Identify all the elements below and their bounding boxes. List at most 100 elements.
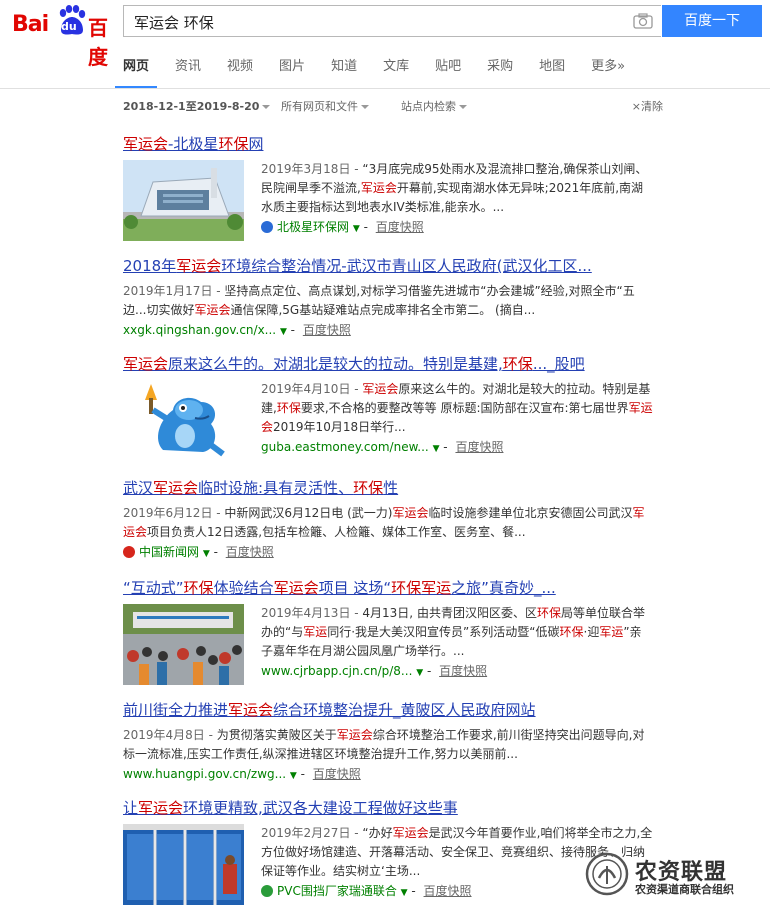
tab-5[interactable]: 文库 — [383, 52, 409, 88]
dropdown-arrow-icon[interactable]: ▼ — [353, 224, 360, 234]
result-meta: 中国新闻网 ▼ - 百度快照 — [123, 543, 653, 564]
keyword-highlight: 军运会 — [261, 401, 653, 434]
site-favicon-icon — [261, 221, 273, 233]
result-date: 2019年1月17日 - — [123, 284, 225, 298]
result-title-link[interactable]: 军运会-北极星环保网 — [123, 134, 653, 154]
keyword-highlight: 环保 — [502, 355, 533, 373]
result-thumbnail[interactable] — [123, 604, 244, 685]
result-title-link[interactable]: 2018年军运会环境综合整治情况-武汉市青山区人民政府(武汉化工区... — [123, 256, 653, 276]
keyword-highlight: 军运会 — [392, 826, 429, 840]
tab-2[interactable]: 视频 — [227, 52, 253, 88]
keyword-highlight: 环保 — [276, 401, 301, 415]
nav-divider — [0, 88, 770, 89]
header: Bai du 百度 百度一下 — [0, 0, 770, 69]
keyword-highlight: 军运会 — [360, 181, 397, 195]
search-button[interactable]: 百度一下 — [662, 5, 762, 37]
search-input[interactable] — [132, 11, 626, 33]
logo-bai: Bai — [12, 12, 49, 37]
tab-1[interactable]: 资讯 — [175, 52, 201, 88]
watermark-seal-icon — [585, 852, 629, 896]
result-date: 2019年4月13日 - — [261, 606, 363, 620]
result-thumbnail[interactable] — [123, 824, 244, 905]
search-result: “互动式”环保体验结合军运会项目 这场“环保军运之旅”真奇妙_... 2019年4… — [123, 578, 653, 685]
result-title-link[interactable]: 让军运会环境更精致,武汉各大建设工程做好这些事 — [123, 798, 653, 818]
nav-tabs: 网页 资讯 视频 图片 知道 文库 贴吧 采购 地图 更多» — [114, 52, 651, 88]
snapshot-link[interactable]: 百度快照 — [439, 664, 487, 678]
scope-filter[interactable]: 所有网页和文件 — [281, 98, 369, 114]
baidu-logo[interactable]: Bai du 百度 — [12, 4, 114, 69]
result-site-url[interactable]: www.cjrbapp.cjn.cn/p/8... — [261, 664, 416, 678]
keyword-highlight: 军运会 — [176, 257, 222, 275]
keyword-highlight: 军运会 — [123, 135, 169, 153]
watermark-subtitle: 农资渠道商联合组织 — [635, 883, 734, 896]
keyword-highlight: 军运会 — [123, 355, 169, 373]
result-site-url[interactable]: PVC围挡厂家瑞通联合 — [277, 884, 401, 898]
result-thumbnail[interactable] — [123, 380, 244, 461]
keyword-highlight: 军运会 — [194, 303, 231, 317]
dropdown-arrow-icon[interactable]: ▼ — [280, 327, 287, 337]
site-filter[interactable]: 站点内检索 — [401, 98, 467, 114]
snapshot-link[interactable]: 百度快照 — [303, 323, 351, 337]
logo-du: du — [61, 20, 77, 33]
keyword-highlight: 环保 — [536, 606, 561, 620]
result-abstract: 2019年6月12日 - 中新网武汉6月12日电 (武一力)军运会临时设施参建单… — [123, 506, 645, 539]
site-filter-label: 站点内检索 — [401, 100, 456, 113]
result-title-link[interactable]: 武汉军运会临时设施:具有灵活性、环保性 — [123, 478, 653, 498]
result-abstract: 2019年3月18日 - “3月底完成95处雨水及混流排口整治,确保茶山刘闸、民… — [261, 162, 648, 214]
snapshot-link[interactable]: 百度快照 — [313, 767, 361, 781]
keyword-highlight: 环保 — [353, 479, 384, 497]
clear-filter-button[interactable]: ×清除 — [632, 98, 663, 114]
result-date: 2019年6月12日 - — [123, 506, 225, 520]
tab-4[interactable]: 知道 — [331, 52, 357, 88]
result-title-link[interactable]: 前川街全力推进军运会综合环境整治提升_黄陂区人民政府网站 — [123, 700, 653, 720]
result-abstract: 2019年4月13日 - 4月13日, 由共青团汉阳区委、区环保局等单位联合举办… — [261, 606, 645, 658]
snapshot-link[interactable]: 百度快照 — [455, 440, 503, 454]
result-site-url[interactable]: 中国新闻网 — [139, 545, 203, 559]
tab-9[interactable]: 更多» — [591, 52, 625, 88]
tab-0[interactable]: 网页 — [114, 52, 158, 88]
result-abstract: 2019年1月17日 - 坚持高点定位、高点谋划,对标学习借鉴先进城市“办会建城… — [123, 284, 635, 317]
result-thumbnail[interactable] — [123, 160, 244, 241]
result-site-url[interactable]: 北极星环保网 — [277, 220, 353, 234]
search-result: 军运会-北极星环保网 2019年3月18日 - “3月底完成95处雨水及混流排口整… — [123, 134, 653, 241]
result-site-url[interactable]: guba.eastmoney.com/new... — [261, 440, 433, 454]
tab-3[interactable]: 图片 — [279, 52, 305, 88]
tab-8[interactable]: 地图 — [539, 52, 565, 88]
tab-6[interactable]: 贴吧 — [435, 52, 461, 88]
search-result: 前川街全力推进军运会综合环境整治提升_黄陂区人民政府网站 2019年4月8日 - … — [123, 700, 653, 786]
result-meta: www.huangpi.gov.cn/zwg... ▼ - 百度快照 — [123, 767, 361, 781]
result-site-url[interactable]: www.huangpi.gov.cn/zwg... — [123, 767, 290, 781]
search-result: 武汉军运会临时设施:具有灵活性、环保性 2019年6月12日 - 中新网武汉6月1… — [123, 478, 653, 564]
caret-down-icon — [262, 105, 271, 109]
result-site-url[interactable]: xxgk.qingshan.gov.cn/x... — [123, 323, 280, 337]
result-body: 2019年4月10日 - 军运会原来这么牛的。对湖北是较大的拉动。特别是基建,环… — [123, 380, 653, 461]
date-range-filter[interactable]: 2018-12-1至2019-8-20 — [123, 98, 271, 114]
camera-icon[interactable] — [633, 13, 653, 29]
dropdown-arrow-icon[interactable]: ▼ — [416, 668, 423, 678]
tab-7[interactable]: 采购 — [487, 52, 513, 88]
dropdown-arrow-icon[interactable]: ▼ — [433, 444, 440, 454]
dropdown-arrow-icon[interactable]: ▼ — [290, 771, 297, 781]
result-title-link[interactable]: 军运会原来这么牛的。对湖北是较大的拉动。特别是基建,环保..._股吧 — [123, 354, 653, 374]
keyword-highlight: 军运 — [421, 579, 452, 597]
search-result: 让军运会环境更精致,武汉各大建设工程做好这些事 2019年2月27日 - “办好军… — [123, 798, 653, 905]
keyword-highlight: 环保 — [559, 625, 584, 639]
result-body: 2019年4月8日 - 为贯彻落实黄陂区关于军运会综合环境整治工作要求,前川街坚… — [123, 726, 653, 786]
keyword-highlight: 军运会 — [362, 382, 399, 396]
result-meta: xxgk.qingshan.gov.cn/x... ▼ - 百度快照 — [123, 323, 351, 337]
keyword-highlight: 军运会 — [153, 479, 199, 497]
caret-down-icon — [459, 105, 467, 109]
search-box — [123, 5, 661, 37]
snapshot-link[interactable]: 百度快照 — [424, 884, 472, 898]
result-title-link[interactable]: “互动式”环保体验结合军运会项目 这场“环保军运之旅”真奇妙_... — [123, 578, 653, 598]
result-meta: www.cjrbapp.cjn.cn/p/8... ▼ - 百度快照 — [261, 664, 488, 678]
snapshot-link[interactable]: 百度快照 — [226, 545, 274, 559]
dropdown-arrow-icon[interactable]: ▼ — [401, 888, 408, 898]
dropdown-arrow-icon[interactable]: ▼ — [203, 549, 210, 559]
snapshot-link[interactable]: 百度快照 — [376, 220, 424, 234]
result-body: 2019年6月12日 - 中新网武汉6月12日电 (武一力)军运会临时设施参建单… — [123, 504, 653, 564]
result-date: 2019年4月10日 - — [261, 382, 363, 396]
caret-down-icon — [361, 105, 369, 109]
keyword-highlight: 军运会 — [138, 799, 184, 817]
result-meta: guba.eastmoney.com/new... ▼ - 百度快照 — [261, 440, 504, 454]
